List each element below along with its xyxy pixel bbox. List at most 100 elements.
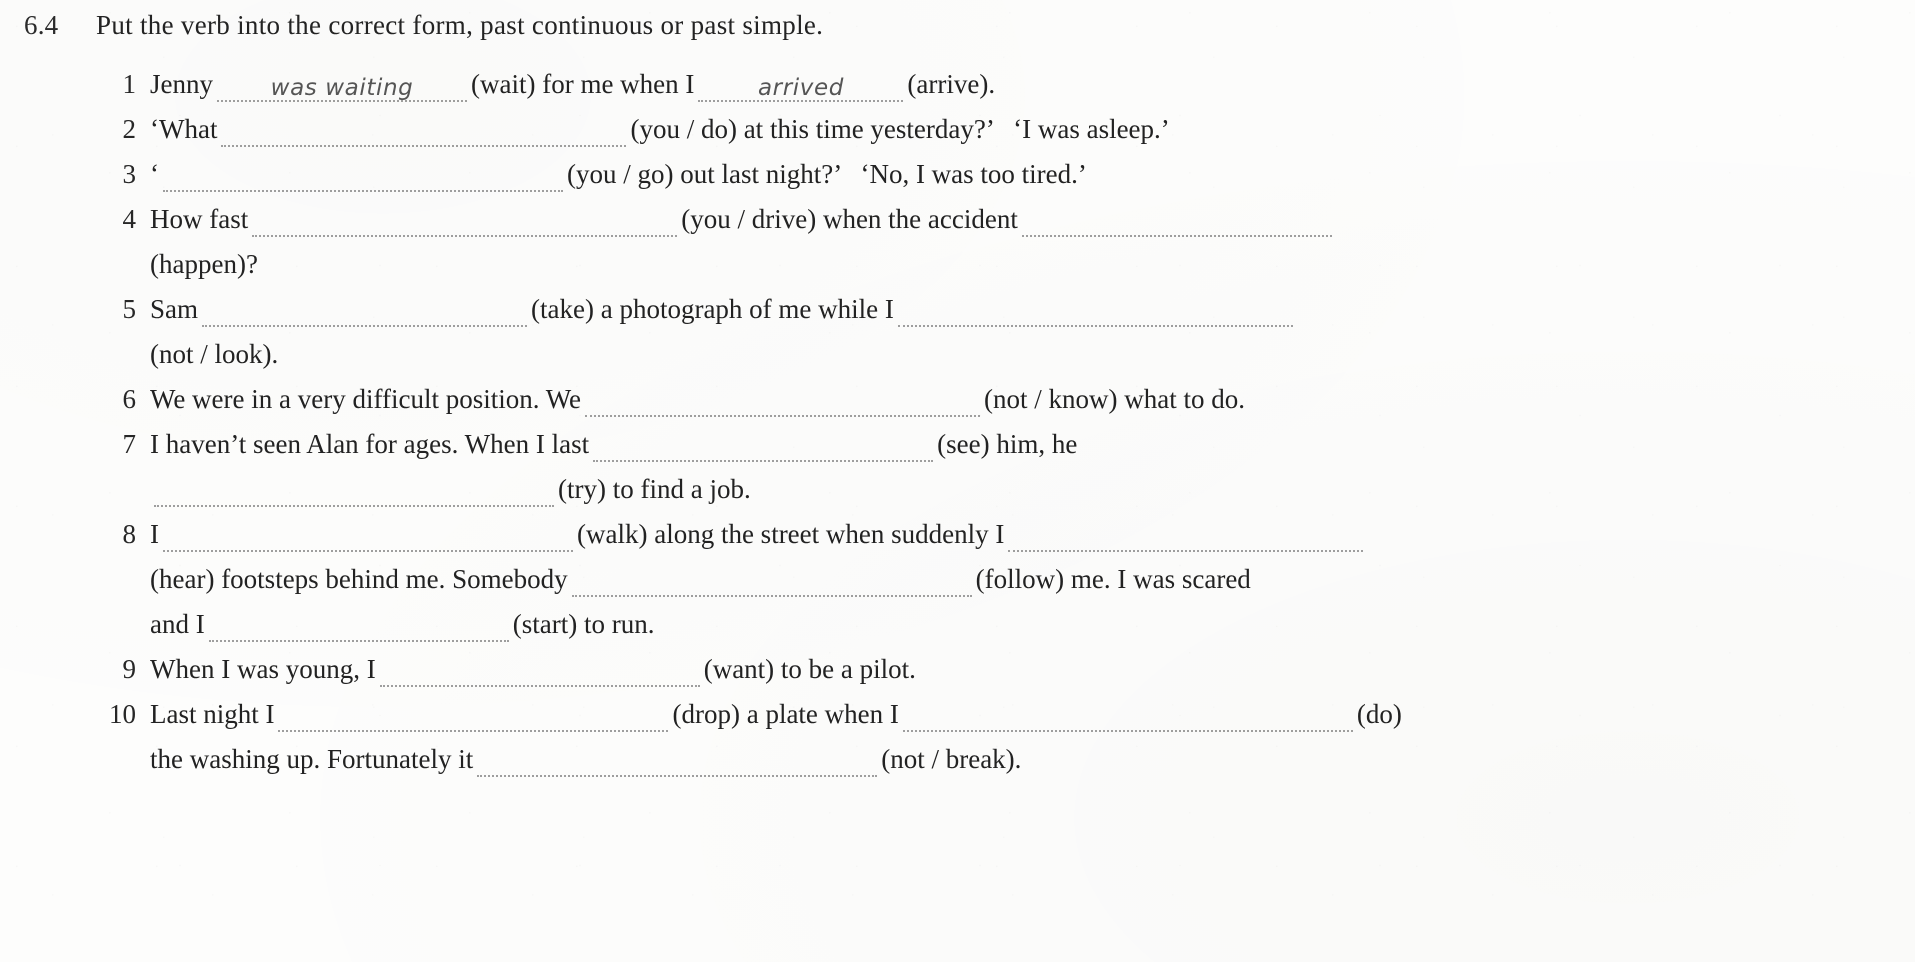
printed-text: (wait) for me when I [471, 69, 695, 99]
item-body: I (walk) along the street when suddenly I… [150, 512, 1915, 647]
printed-text: (you / drive) when the accident [681, 204, 1018, 234]
printed-text: How fast [150, 204, 249, 234]
answer-blank[interactable] [571, 572, 972, 602]
item-line: (happen)? [150, 242, 1905, 287]
answer-blank[interactable] [897, 302, 1293, 332]
item-body: Jenny was waiting (wait) for me when I arri… [150, 62, 1915, 107]
printed-text: (hear) footsteps behind me. Somebody [150, 564, 568, 594]
answer-blank-filled[interactable]: was waiting [217, 77, 467, 107]
exercise-item: 2 ‘What (you / do) at this time yesterday?… [0, 107, 1915, 152]
printed-text: We were in a very difficult position. We [150, 384, 582, 414]
answer-blank[interactable] [1008, 527, 1364, 557]
item-body: When I was young, I (want) to be a pilot. [150, 647, 1915, 692]
item-number: 9 [122, 654, 137, 684]
printed-text: (start) to run. [512, 609, 655, 639]
item-number: 10 [109, 699, 136, 729]
exercise-item-list: 1 Jenny was waiting (wait) for me when I arr… [0, 62, 1915, 782]
item-line: We were in a very difficult position. We… [150, 377, 1905, 422]
exercise-number: 6.4 [24, 10, 59, 40]
printed-text: Sam [150, 294, 199, 324]
printed-text: and I [150, 609, 205, 639]
exercise-item: 4 How fast (you / drive) when the accident… [0, 197, 1915, 287]
answer-blank[interactable] [278, 707, 669, 737]
item-line: I haven’t seen Alan for ages. When I las… [150, 422, 1905, 467]
printed-text: I haven’t seen Alan for ages. When I las… [150, 429, 590, 459]
printed-text: ‘What [150, 114, 218, 144]
answer-blank[interactable] [1021, 212, 1332, 242]
printed-text: (take) a photograph of me while I [531, 294, 894, 324]
answer-blank-filled[interactable]: arrived [698, 75, 904, 107]
item-line: How fast (you / drive) when the accident [150, 197, 1905, 242]
answer-blank[interactable] [477, 752, 878, 782]
item-number: 3 [122, 159, 137, 189]
item-line: and I (start) to run. [150, 602, 1905, 647]
item-number: 1 [122, 69, 137, 99]
item-line: (not / look). [150, 332, 1905, 377]
handwritten-answer: was waiting [270, 75, 414, 101]
item-body: How fast (you / drive) when the accident (… [150, 197, 1915, 287]
answer-blank[interactable] [585, 392, 981, 422]
printed-text: (you / do) at this time yesterday?’ ‘I w… [630, 114, 1170, 144]
printed-text: (not / know) what to do. [984, 384, 1246, 414]
exercise-heading: 6.4 Put the verb into the correct form, … [0, 10, 1915, 41]
item-number: 7 [122, 429, 137, 459]
handwritten-answer: arrived [757, 75, 844, 101]
item-body: Sam (take) a photograph of me while I (not… [150, 287, 1915, 377]
exercise-item: 5 Sam (take) a photograph of me while I (no… [0, 287, 1915, 377]
printed-text: Last night I [150, 699, 275, 729]
item-line: Sam (take) a photograph of me while I [150, 287, 1905, 332]
item-line: the washing up. Fortunately it (not / bre… [150, 737, 1905, 782]
exercise-item: 3 ‘ (you / go) out last night?’ ‘No, I was… [0, 152, 1915, 197]
answer-blank[interactable] [221, 122, 627, 152]
item-line: (hear) footsteps behind me. Somebody (fol… [150, 557, 1905, 602]
item-number: 6 [122, 384, 137, 414]
printed-text: (see) him, he [937, 429, 1078, 459]
item-body: Last night I (drop) a plate when I (do) the… [150, 692, 1915, 782]
item-line: ‘What (you / do) at this time yesterday?’… [150, 107, 1905, 152]
exercise-item: 7 I haven’t seen Alan for ages. When I la… [0, 422, 1915, 512]
printed-text: (follow) me. I was scared [975, 564, 1251, 594]
item-line: ‘ (you / go) out last night?’ ‘No, I was … [150, 152, 1905, 197]
answer-blank[interactable] [154, 482, 554, 512]
printed-text: (try) to find a job. [558, 474, 751, 504]
exercise-item: 10 Last night I (drop) a plate when I (do) t… [0, 692, 1915, 782]
answer-blank[interactable] [202, 302, 528, 332]
printed-text: ‘ [150, 159, 159, 189]
worksheet-page: 6.4 Put the verb into the correct form, … [0, 0, 1915, 962]
printed-text: (drop) a plate when I [672, 699, 899, 729]
item-line: I (walk) along the street when suddenly I [150, 512, 1905, 557]
printed-text: (not / look). [150, 339, 279, 369]
answer-blank[interactable] [163, 167, 563, 197]
item-number: 2 [122, 114, 137, 144]
answer-blank[interactable] [163, 527, 573, 557]
answer-blank[interactable] [593, 437, 934, 467]
answer-blank[interactable] [252, 212, 678, 242]
exercise-item: 8 I (walk) along the street when suddenly … [0, 512, 1915, 647]
printed-text: (want) to be a pilot. [703, 654, 916, 684]
printed-text: (not / break). [881, 744, 1022, 774]
item-body: ‘What (you / do) at this time yesterday?’… [150, 107, 1915, 152]
printed-text: the washing up. Fortunately it [150, 744, 474, 774]
item-number: 5 [122, 294, 137, 324]
item-body: ‘ (you / go) out last night?’ ‘No, I was … [150, 152, 1915, 197]
exercise-instruction: Put the verb into the correct form, past… [96, 10, 824, 40]
exercise-item: 1 Jenny was waiting (wait) for me when I arr… [0, 62, 1915, 107]
item-line: When I was young, I (want) to be a pilot. [150, 647, 1905, 692]
printed-text: (arrive). [907, 69, 996, 99]
item-line: Jenny was waiting (wait) for me when I arri… [150, 62, 1905, 107]
item-number: 8 [122, 519, 137, 549]
item-number: 4 [122, 204, 137, 234]
item-body: I haven’t seen Alan for ages. When I las… [150, 422, 1915, 512]
answer-blank[interactable] [208, 617, 509, 647]
exercise-item: 6 We were in a very difficult position. W… [0, 377, 1915, 422]
printed-text: (you / go) out last night?’ ‘No, I was t… [567, 159, 1087, 189]
printed-text: Jenny [150, 69, 213, 99]
printed-text: (walk) along the street when suddenly I [577, 519, 1005, 549]
printed-text: I [150, 519, 159, 549]
answer-blank[interactable] [902, 707, 1353, 737]
printed-text: (happen)? [150, 249, 258, 279]
answer-blank[interactable] [379, 662, 700, 692]
item-line: Last night I (drop) a plate when I (do) [150, 692, 1905, 737]
item-body: We were in a very difficult position. We… [150, 377, 1915, 422]
printed-text: (do) [1356, 699, 1402, 729]
